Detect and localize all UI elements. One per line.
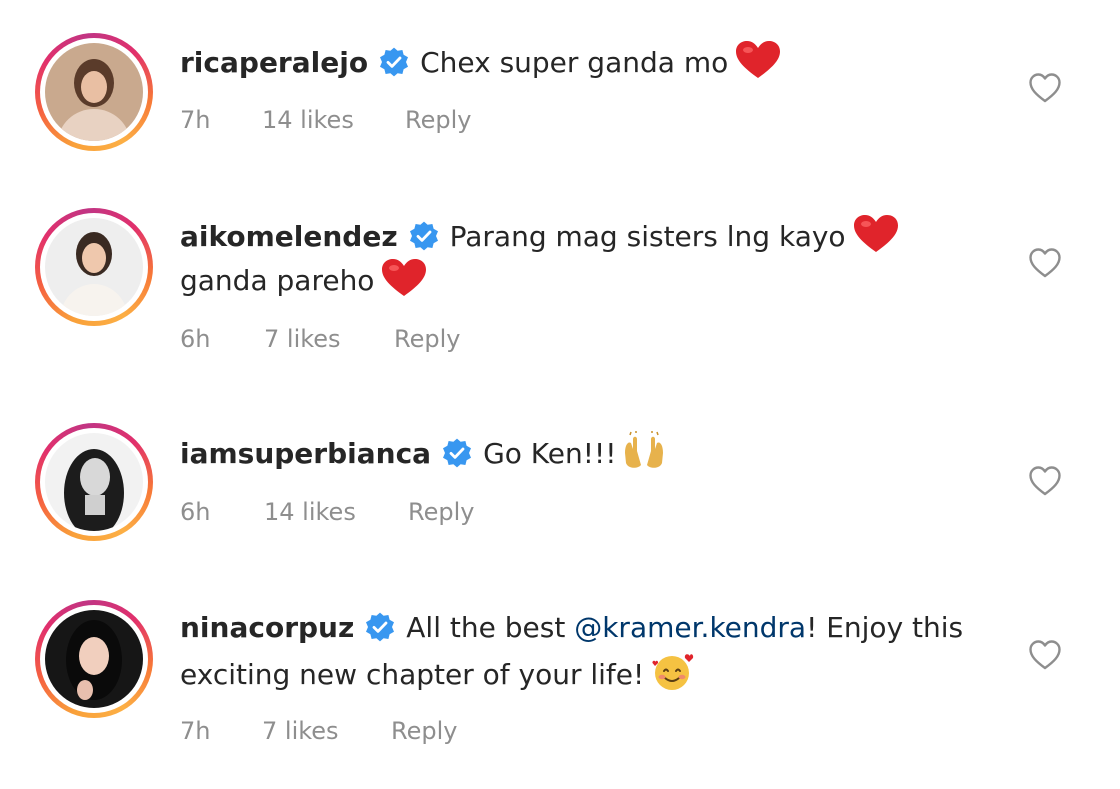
comment-body: Go Ken!!! [483, 437, 617, 470]
avatar[interactable] [45, 218, 143, 316]
raised-hands-emoji [625, 431, 664, 468]
comment-meta: 6h 14 likes Reply [180, 498, 474, 526]
verified-badge-icon [409, 221, 438, 251]
red-heart-emoji [736, 41, 781, 78]
username[interactable]: iamsuperbianca [180, 437, 431, 470]
heart-outline-icon[interactable] [1028, 72, 1062, 104]
reply-button[interactable]: Reply [408, 498, 474, 526]
avatar-story-ring[interactable] [35, 600, 153, 718]
comment-text-continued: exciting new chapter of your life! [180, 650, 696, 697]
mention-link[interactable]: @kramer.kendra [574, 611, 806, 644]
timestamp[interactable]: 7h [180, 717, 262, 745]
username[interactable]: ricaperalejo [180, 46, 368, 79]
comment-body: Chex super ganda mo [420, 46, 729, 79]
reply-button[interactable]: Reply [394, 325, 460, 353]
verified-badge-icon [443, 438, 472, 468]
avatar-story-ring[interactable] [35, 208, 153, 326]
avatar-story-ring[interactable] [35, 33, 153, 151]
reply-button[interactable]: Reply [391, 717, 457, 745]
comment-body: ganda pareho [180, 264, 375, 297]
avatar-story-ring[interactable] [35, 423, 153, 541]
heart-outline-icon[interactable] [1028, 639, 1062, 671]
avatar[interactable] [45, 433, 143, 531]
comment-body: ! Enjoy this [806, 611, 964, 644]
heart-outline-icon[interactable] [1028, 247, 1062, 279]
avatar[interactable] [45, 43, 143, 141]
red-heart-emoji [382, 259, 427, 296]
comment-text: ricaperalejo Chex super ganda mo [180, 40, 782, 85]
verified-badge-icon [366, 612, 395, 642]
comment-meta: 7h 14 likes Reply [180, 106, 471, 134]
heart-outline-icon[interactable] [1028, 465, 1062, 497]
red-heart-emoji [853, 215, 898, 252]
timestamp[interactable]: 6h [180, 498, 264, 526]
comment-meta: 7h 7 likes Reply [180, 717, 457, 745]
verified-badge-icon [380, 47, 409, 77]
username[interactable]: aikomelendez [180, 220, 398, 253]
timestamp[interactable]: 7h [180, 106, 262, 134]
likes-count[interactable]: 7 likes [264, 325, 394, 353]
avatar[interactable] [45, 610, 143, 708]
comment-text-continued: ganda pareho [180, 258, 428, 303]
comment-text: aikomelendez Parang mag sisters lng kayo [180, 214, 900, 259]
reply-button[interactable]: Reply [405, 106, 471, 134]
likes-count[interactable]: 14 likes [264, 498, 408, 526]
comment-body: exciting new chapter of your life! [180, 658, 645, 691]
comment-meta: 6h 7 likes Reply [180, 325, 460, 353]
comment-text: ninacorpuz All the best @kramer.kendra! E… [180, 606, 963, 650]
likes-count[interactable]: 14 likes [262, 106, 405, 134]
comment-body: All the best [406, 611, 566, 644]
smiling-face-with-hearts-emoji [652, 654, 694, 690]
likes-count[interactable]: 7 likes [262, 717, 391, 745]
username[interactable]: ninacorpuz [180, 611, 354, 644]
comment-body: Parang mag sisters lng kayo [449, 220, 846, 253]
comment-text: iamsuperbianca Go Ken!!! [180, 431, 666, 476]
timestamp[interactable]: 6h [180, 325, 264, 353]
